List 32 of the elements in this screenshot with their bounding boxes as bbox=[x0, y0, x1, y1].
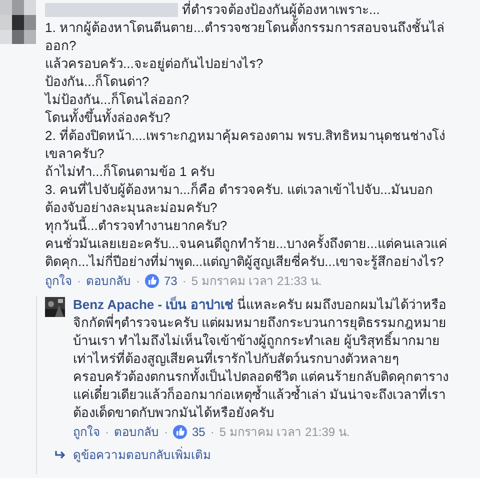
comment-text: 1. หากผู้ต้องหาโดนตีนตาย...ตำรวจซวยโดนตั้งกรรมการสอบจนถึงชั้นไล่ออก? bbox=[45, 19, 446, 55]
separator-dot: · bbox=[164, 424, 168, 441]
separator-dot: · bbox=[182, 273, 186, 290]
more-replies-link[interactable]: ดูข้อความตอบกลับเพิ่มเติม bbox=[73, 446, 211, 464]
comment-text: ทุกวันนี้...ตำรวจทำงานยากครับ? bbox=[45, 217, 228, 234]
separator-dot: · bbox=[136, 273, 140, 290]
like-link[interactable]: ถูกใจ bbox=[45, 272, 72, 290]
separator-dot: · bbox=[210, 424, 214, 441]
like-link[interactable]: ถูกใจ bbox=[73, 423, 100, 441]
comment-text: 2. ที่ต้องปิดหน้า....เพราะกฎหมาคุ้มครองตาม พรบ.สิทธิหมานุดชนช่างโง่เขลาครับ? bbox=[45, 127, 446, 163]
author-link[interactable]: Benz Apache - เบ็น อาปาเช่ bbox=[73, 297, 234, 312]
like-icon bbox=[173, 425, 187, 439]
like-icon bbox=[145, 274, 159, 288]
reply-arrow-icon bbox=[55, 450, 67, 460]
reply-link[interactable]: ตอบกลับ bbox=[114, 423, 159, 441]
comment-text: 3. คนที่ไปจับผู้ต้องหามา...ก็คือ ตำรวจครับ. แต่เวลาเข้าไปจับ...มันบอกต้องจับอย่างละมุนละม่อมครับ? bbox=[45, 181, 434, 216]
avatar bbox=[0, 0, 36, 44]
reply-text: Benz Apache - เบ็น อาปาเช่ นี่แหละครับ ผมถึงบอกผมไม่ได้ว่าหรือจิกกัดพี่ๆตำรวจนะครับ แต่ผมหมายถึงกระบวนการยุติธรรมกฎหมายบ้านเรา ทำไมถึงไม่เห็นใจเข้าข้างผู้ถูกกระทำเลย ผู้บริสุทธิ์มากมายเท่าไหร่ที่ต้องสูญเสียคนที่เรารักไปกับสัตว์นรกบางตัวหลายๆครอบครัวต้องตกนรกทั้งเป็นไปตลอดชีวิต แต่คนร้ายกลับติดคุกตารางแค่เดี๋ยวเดียวแล้วก็ออกมาก่อเหตุซ้ำแล้วซ้ำเล่า มันน่าจะถึงเวลาที่เราต้องเด็ดขาดกับพวกมันได้หรือยังครับ bbox=[73, 296, 450, 422]
timestamp: 5 มกราคม เวลา 21:39 น. bbox=[219, 424, 350, 441]
comment-text: ป้องกัน...ก็โดนด่า? bbox=[45, 73, 150, 91]
comment-text: ไม่ป้องกัน...ก็โดนไล่ออก? bbox=[45, 91, 190, 108]
comment-text: คนชั่วมันเลยเยอะครับ...จนคนดีถูกทำร้าย...บางครั้งถึงตาย...แต่คนเลวแค่ติดคุก...ไม่กี่ปีอย่างที่ม่าพูด...แต่ญาติผู้สูญเสียซี่ครับ...เขาจะรู้สึกอย่างไร? bbox=[45, 235, 449, 271]
like-count: 35 bbox=[192, 424, 206, 441]
separator-dot: · bbox=[77, 273, 81, 290]
comment-text: โดนทั้งขึ้นทั้งล่องครับ? bbox=[45, 109, 172, 126]
reply-link[interactable]: ตอบกลับ bbox=[86, 272, 131, 290]
timestamp: 5 มกราคม เวลา 21:33 น. bbox=[191, 273, 322, 290]
like-count: 73 bbox=[164, 273, 178, 290]
comment-text: ที่ตำรวจต้องป้องกันผู้ต้องหาเพราะ... bbox=[182, 1, 380, 18]
comment-text: ถ้าไม่ทำ...ก็โดนตามข้อ 1 ครับ bbox=[45, 163, 216, 180]
comment-text: แล้วครอบครัว...จะอยู่ต่อกันไปอย่างไร? bbox=[45, 55, 264, 73]
separator-dot: · bbox=[105, 424, 109, 441]
